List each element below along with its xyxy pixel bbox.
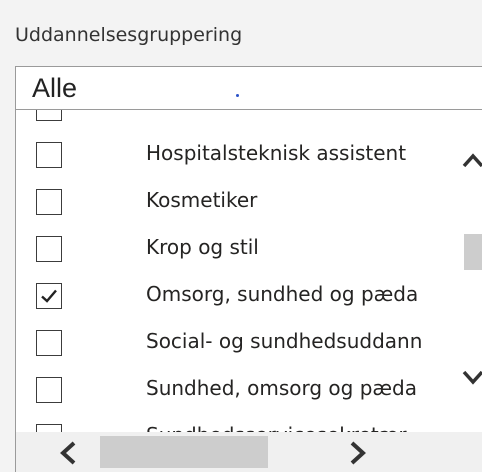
list-item[interactable]: Omsorg, sundhed og pæda bbox=[16, 270, 456, 317]
horizontal-scroll-thumb[interactable] bbox=[100, 436, 268, 468]
text-cursor bbox=[236, 94, 239, 97]
dropdown-selected-value: Alle bbox=[32, 73, 78, 103]
filter-label: Uddannelsesgruppering bbox=[15, 24, 243, 46]
list-item[interactable]: Hospitalsteknisk assistent bbox=[16, 129, 456, 176]
list-item[interactable] bbox=[16, 110, 456, 129]
options-rows: Hospitalsteknisk assistent Kosmetiker Kr… bbox=[16, 110, 456, 458]
checkbox[interactable] bbox=[36, 110, 62, 121]
list-item-label: Kosmetiker bbox=[146, 188, 258, 212]
vertical-scrollbar[interactable] bbox=[456, 110, 482, 472]
list-item-label: Krop og stil bbox=[146, 235, 259, 259]
options-list[interactable]: Hospitalsteknisk assistent Kosmetiker Kr… bbox=[15, 110, 482, 472]
checkbox[interactable] bbox=[36, 189, 62, 215]
horizontal-scrollbar[interactable] bbox=[16, 432, 482, 472]
checkbox[interactable] bbox=[36, 236, 62, 262]
list-item[interactable]: Kosmetiker bbox=[16, 176, 456, 223]
checkbox-checked[interactable] bbox=[36, 283, 62, 309]
chevron-up-icon[interactable] bbox=[462, 150, 482, 172]
chevron-right-icon[interactable] bbox=[344, 440, 370, 466]
chevron-left-icon[interactable] bbox=[56, 440, 82, 466]
checkbox[interactable] bbox=[36, 377, 62, 403]
list-item-label: Omsorg, sundhed og pæda bbox=[146, 282, 419, 306]
list-item[interactable]: Social- og sundhedsuddann bbox=[16, 317, 456, 364]
list-item-label: Hospitalsteknisk assistent bbox=[146, 141, 407, 165]
vertical-scroll-thumb[interactable] bbox=[464, 234, 482, 270]
list-item-label: Sundhed, omsorg og pæda bbox=[146, 376, 418, 400]
list-item[interactable]: Sundhed, omsorg og pæda bbox=[16, 364, 456, 411]
filter-dropdown[interactable]: Alle bbox=[15, 66, 482, 110]
checkbox[interactable] bbox=[36, 330, 62, 356]
checkbox[interactable] bbox=[36, 142, 62, 168]
list-item[interactable]: Krop og stil bbox=[16, 223, 456, 270]
list-item-label: Social- og sundhedsuddann bbox=[146, 329, 423, 353]
chevron-down-icon[interactable] bbox=[462, 366, 482, 388]
checkmark-icon bbox=[41, 289, 57, 303]
